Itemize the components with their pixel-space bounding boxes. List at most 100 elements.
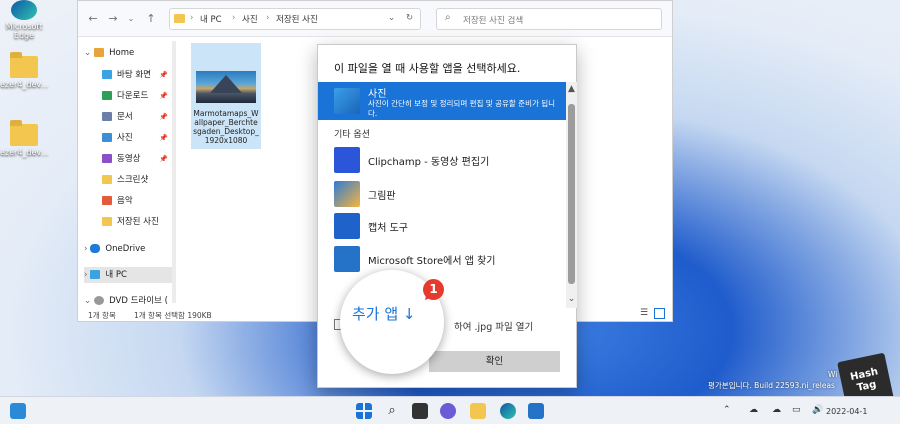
evaluation-watermark: Wi	[828, 370, 837, 379]
app-list-scrollbar[interactable]: ▲ ⌄	[566, 82, 577, 308]
network-icon[interactable]: ▭	[792, 405, 801, 415]
breadcrumb-item[interactable]: 사진	[242, 13, 258, 25]
snipping-tool-icon	[334, 213, 360, 239]
chevron-right-icon: ›	[84, 244, 88, 254]
pin-icon: 📌	[159, 134, 168, 142]
sidebar-item-onedrive[interactable]: › OneDrive	[84, 241, 172, 257]
app-item-paint[interactable]: 그림판	[318, 179, 566, 209]
sidebar-item-label: 바탕 화면	[117, 70, 151, 80]
chevron-right-icon: ›	[190, 13, 194, 23]
desktop-icon	[102, 70, 112, 79]
sidebar-scrollbar[interactable]	[172, 41, 176, 303]
cloud-icon	[90, 244, 101, 253]
sidebar-item-desktop[interactable]: 바탕 화면 📌	[84, 67, 172, 83]
explorer-icon[interactable]	[470, 403, 486, 419]
desktop-icon-label: Microsoft Edge	[5, 22, 43, 40]
search-icon[interactable]: ⌕	[384, 403, 400, 419]
app-item-photos[interactable]: 사진 사진이 간단히 보정 및 정리되며 편집 및 공유할 준비가 됩니다.	[318, 82, 566, 120]
desktop-icon-edge[interactable]: Microsoft Edge	[0, 0, 48, 40]
widgets-icon[interactable]	[10, 403, 26, 419]
ok-button[interactable]: 확인	[429, 351, 560, 372]
taskview-icon[interactable]	[412, 403, 428, 419]
pin-icon: 📌	[159, 92, 168, 100]
back-icon[interactable]: ←	[86, 12, 100, 26]
pin-icon: 📌	[159, 155, 168, 163]
folder-icon	[10, 120, 38, 146]
chat-icon[interactable]	[440, 403, 456, 419]
sidebar-item-label: 스크린샷	[117, 175, 149, 185]
watermark-line2: 평가본입니다. Build 22593.ni_releas	[708, 381, 835, 390]
sidebar-item-label: 동영상	[117, 154, 141, 164]
desktop-icon-label: ezer4_dev...	[0, 148, 49, 157]
start-icon[interactable]	[356, 403, 372, 419]
desktop-icon-folder[interactable]: ezer4_dev...	[0, 52, 48, 89]
address-box[interactable]: › 내 PC › 사진 › 저장된 사진 ⌄ ↻	[169, 8, 421, 30]
forward-icon[interactable]: →	[106, 12, 120, 26]
file-name: Marmotamaps_Wallpaper_Berchtesgaden_Desk…	[193, 109, 259, 145]
item-count: 1개 항목	[88, 311, 116, 320]
sidebar-item-label: 내 PC	[105, 270, 127, 280]
sidebar-item-music[interactable]: 음악	[84, 193, 172, 209]
download-icon	[102, 91, 112, 100]
app-name: Microsoft Store에서 앱 찾기	[368, 256, 496, 267]
up-icon[interactable]: ↑	[144, 12, 158, 26]
photos-icon	[334, 88, 360, 114]
more-apps-link[interactable]: 추가 앱 ↓	[352, 303, 416, 324]
clipchamp-icon	[334, 147, 360, 173]
edge-icon[interactable]	[500, 403, 516, 419]
app-name: 사진	[368, 89, 387, 100]
scroll-down-icon[interactable]: ⌄	[566, 294, 577, 304]
desktop-icon-folder[interactable]: ezer4_dev...	[0, 120, 49, 157]
details-view-icon[interactable]: ☰	[640, 308, 648, 318]
app-item-snipping-tool[interactable]: 캡처 도구	[318, 211, 566, 241]
chevron-right-icon: ›	[232, 13, 236, 23]
tiles-view-icon[interactable]	[654, 308, 665, 319]
sidebar-item-label: 음악	[117, 196, 133, 206]
app-item-store[interactable]: Microsoft Store에서 앱 찾기	[318, 244, 566, 274]
pin-icon: 📌	[159, 71, 168, 79]
image-thumbnail	[196, 71, 256, 103]
search-box[interactable]: ⌕ 저장된 사진 검색	[436, 8, 662, 30]
scroll-up-icon[interactable]: ▲	[566, 84, 577, 94]
always-use-text: 하여 .jpg 파일 열기	[454, 322, 534, 333]
video-icon	[102, 154, 112, 163]
selection-info: 1개 항목 선택함 190KB	[134, 311, 212, 320]
store-icon[interactable]	[528, 403, 544, 419]
refresh-icon[interactable]: ↻	[406, 13, 413, 23]
sidebar-item-videos[interactable]: 동영상 📌	[84, 151, 172, 167]
chevron-down-icon[interactable]: ⌄	[388, 13, 395, 23]
chevron-down-icon[interactable]: ⌄	[124, 12, 138, 26]
app-item-clipchamp[interactable]: Clipchamp - 동영상 편집기	[318, 145, 566, 175]
folder-icon	[102, 175, 112, 184]
scroll-thumb[interactable]	[568, 104, 575, 284]
watermark-line1: Wi	[828, 370, 838, 379]
step-badge: 1	[423, 279, 444, 300]
address-bar-row: ← → ⌄ ↑ › 내 PC › 사진 › 저장된 사진 ⌄ ↻ ⌕ 저장된 사…	[78, 1, 672, 37]
breadcrumb-item[interactable]: 내 PC	[200, 13, 222, 25]
edge-icon	[11, 0, 37, 20]
sidebar-item-label: 저장된 사진	[117, 217, 159, 227]
file-item[interactable]: Marmotamaps_Wallpaper_Berchtesgaden_Desk…	[191, 43, 261, 149]
volume-icon[interactable]: 🔊	[812, 405, 823, 415]
sidebar-item-home[interactable]: ⌄ Home	[84, 45, 172, 61]
computer-icon	[90, 270, 101, 279]
sidebar-item-label: 문서	[117, 112, 133, 122]
breadcrumb-item[interactable]: 저장된 사진	[276, 13, 318, 25]
other-options-label: 기타 옵션	[334, 130, 370, 140]
sidebar-item-pictures[interactable]: 사진 📌	[84, 130, 172, 146]
pin-icon: 📌	[159, 113, 168, 121]
clock-date[interactable]: 2022-04-1	[826, 407, 867, 416]
cloud-icon[interactable]: ☁	[749, 405, 758, 415]
store-icon	[334, 246, 360, 272]
folder-icon	[10, 52, 38, 78]
sidebar-item-this-pc[interactable]: › 내 PC	[84, 267, 172, 283]
sidebar-item-saved-pictures[interactable]: 저장된 사진	[84, 214, 172, 230]
tray-overflow-icon[interactable]: ⌃	[723, 405, 731, 415]
sidebar-item-documents[interactable]: 문서 📌	[84, 109, 172, 125]
sidebar-item-screenshots[interactable]: 스크린샷	[84, 172, 172, 188]
home-icon	[94, 48, 105, 57]
sidebar-item-downloads[interactable]: 다운로드 📌	[84, 88, 172, 104]
search-input[interactable]: 저장된 사진 검색	[463, 14, 523, 26]
navigation-pane: ⌄ Home 바탕 화면 📌 다운로드 📌 문서 📌 사진 📌 동영상 📌 스크린샷 음악 …	[78, 37, 172, 306]
onedrive-icon[interactable]: ☁	[772, 405, 781, 415]
